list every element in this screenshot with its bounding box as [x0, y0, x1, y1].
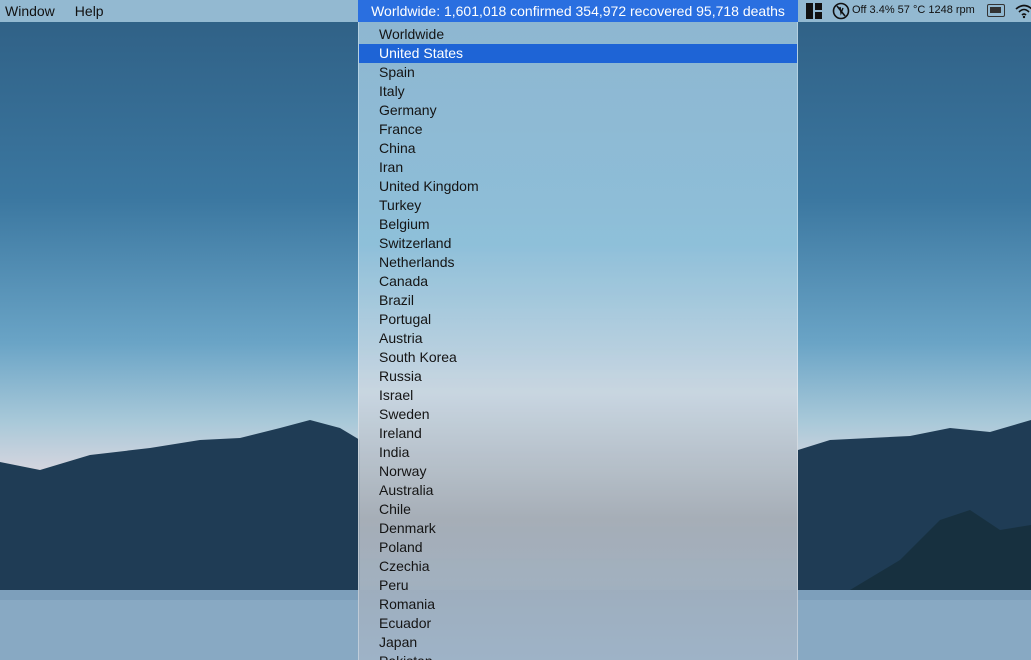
menu-item-denmark[interactable]: Denmark: [359, 519, 797, 538]
menu-item-switzerland[interactable]: Switzerland: [359, 234, 797, 253]
menu-item-romania[interactable]: Romania: [359, 595, 797, 614]
menu-item-pakistan[interactable]: Pakistan: [359, 652, 797, 660]
window-tiles-icon[interactable]: [806, 3, 822, 19]
menu-item-france[interactable]: France: [359, 120, 797, 139]
menu-item-india[interactable]: India: [359, 443, 797, 462]
menu-item-czechia[interactable]: Czechia: [359, 557, 797, 576]
menu-item-austria[interactable]: Austria: [359, 329, 797, 348]
menu-item-ecuador[interactable]: Ecuador: [359, 614, 797, 633]
menu-item-iran[interactable]: Iran: [359, 158, 797, 177]
menu-item-worldwide[interactable]: Worldwide: [359, 25, 797, 44]
menu-item-poland[interactable]: Poland: [359, 538, 797, 557]
menu-item-italy[interactable]: Italy: [359, 82, 797, 101]
menu-item-brazil[interactable]: Brazil: [359, 291, 797, 310]
wifi-icon[interactable]: [1015, 3, 1031, 19]
menu-item-australia[interactable]: Australia: [359, 481, 797, 500]
menu-item-turkey[interactable]: Turkey: [359, 196, 797, 215]
menu-item-south-korea[interactable]: South Korea: [359, 348, 797, 367]
covid-status-item[interactable]: Worldwide: 1,601,018 confirmed 354,972 r…: [358, 0, 798, 22]
menu-item-china[interactable]: China: [359, 139, 797, 158]
menu-item-spain[interactable]: Spain: [359, 63, 797, 82]
menu-item-sweden[interactable]: Sweden: [359, 405, 797, 424]
menu-help[interactable]: Help: [75, 3, 104, 19]
battery-icon[interactable]: [987, 4, 1005, 17]
menu-bar: Window Help Worldwide: 1,601,018 confirm…: [0, 0, 1031, 22]
menu-item-germany[interactable]: Germany: [359, 101, 797, 120]
menu-item-belgium[interactable]: Belgium: [359, 215, 797, 234]
country-dropdown-menu: Worldwide United States Spain Italy Germany F…: [358, 22, 798, 660]
menu-item-norway[interactable]: Norway: [359, 462, 797, 481]
system-stats-text[interactable]: Off 3.4% 57 °C 1248 rpm: [852, 4, 975, 16]
menu-item-peru[interactable]: Peru: [359, 576, 797, 595]
menu-item-united-kingdom[interactable]: United Kingdom: [359, 177, 797, 196]
menu-item-united-states[interactable]: United States: [359, 44, 797, 63]
menu-item-chile[interactable]: Chile: [359, 500, 797, 519]
menu-item-russia[interactable]: Russia: [359, 367, 797, 386]
menu-item-japan[interactable]: Japan: [359, 633, 797, 652]
menu-window[interactable]: Window: [5, 3, 55, 19]
menu-item-netherlands[interactable]: Netherlands: [359, 253, 797, 272]
menu-item-israel[interactable]: Israel: [359, 386, 797, 405]
system-monitor-icon[interactable]: [832, 2, 850, 20]
menu-item-portugal[interactable]: Portugal: [359, 310, 797, 329]
menu-item-canada[interactable]: Canada: [359, 272, 797, 291]
menu-item-ireland[interactable]: Ireland: [359, 424, 797, 443]
